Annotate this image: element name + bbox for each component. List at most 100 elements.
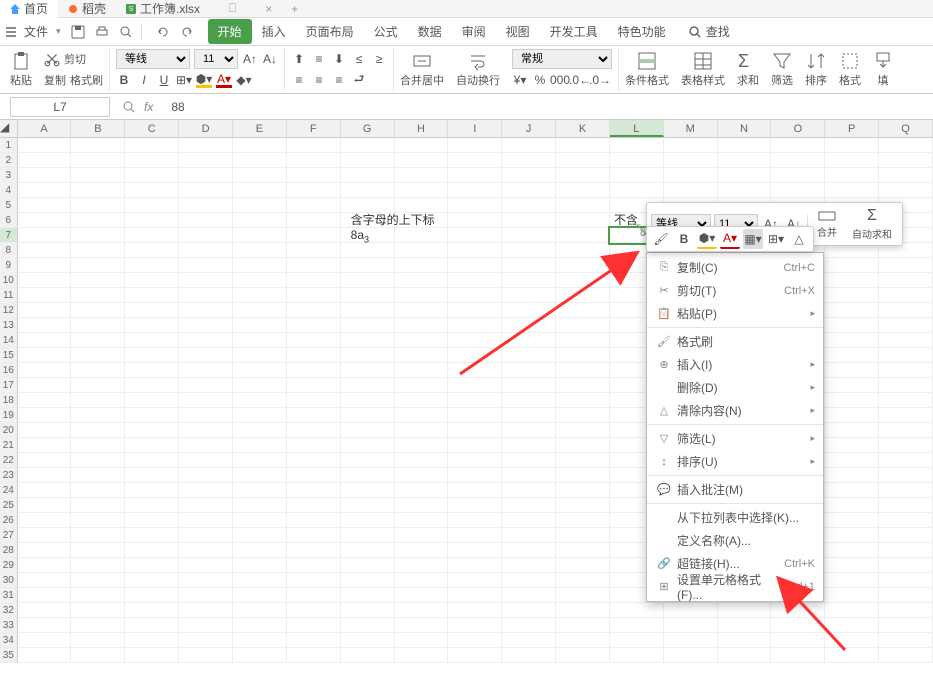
cell[interactable] <box>125 378 179 393</box>
cell[interactable] <box>448 408 502 423</box>
cell[interactable] <box>556 483 610 498</box>
col-header-K[interactable]: K <box>556 120 610 137</box>
col-header-I[interactable]: I <box>448 120 502 137</box>
cell[interactable] <box>448 198 502 213</box>
cell[interactable] <box>879 498 933 513</box>
cell[interactable] <box>18 543 72 558</box>
cell[interactable] <box>718 168 772 183</box>
cell[interactable] <box>448 168 502 183</box>
cell[interactable] <box>879 168 933 183</box>
cell[interactable] <box>879 468 933 483</box>
cell[interactable] <box>18 273 72 288</box>
mini-autosum-button[interactable]: Σ 自动求和 <box>846 207 898 241</box>
cell[interactable] <box>448 183 502 198</box>
cell[interactable] <box>664 183 718 198</box>
cell[interactable] <box>395 303 449 318</box>
cell[interactable] <box>395 408 449 423</box>
formula-input[interactable]: 88 <box>165 98 933 116</box>
row-header-14[interactable]: 14 <box>0 333 18 348</box>
cell[interactable] <box>287 423 341 438</box>
cell[interactable] <box>233 558 287 573</box>
cell[interactable] <box>179 573 233 588</box>
row-header-1[interactable]: 1 <box>0 138 18 153</box>
format-painter-label[interactable]: 格式刷 <box>70 72 103 88</box>
cell[interactable] <box>71 378 125 393</box>
cell[interactable] <box>18 228 72 243</box>
cell[interactable] <box>448 138 502 153</box>
cell[interactable] <box>448 393 502 408</box>
cell[interactable] <box>341 468 395 483</box>
tab-close[interactable]: × <box>265 2 272 16</box>
cell[interactable] <box>233 318 287 333</box>
cell[interactable] <box>556 633 610 648</box>
cell[interactable] <box>179 153 233 168</box>
cell[interactable] <box>825 363 879 378</box>
cell[interactable] <box>502 393 556 408</box>
cell[interactable] <box>556 318 610 333</box>
cell[interactable] <box>71 228 125 243</box>
cell[interactable] <box>879 483 933 498</box>
cell[interactable] <box>341 138 395 153</box>
cell[interactable] <box>825 273 879 288</box>
search-label[interactable]: 查找 <box>706 23 730 40</box>
cell[interactable] <box>287 573 341 588</box>
ribbon-tab-insert[interactable]: 插入 <box>252 19 296 44</box>
cell[interactable] <box>125 363 179 378</box>
row-header-20[interactable]: 20 <box>0 423 18 438</box>
cell[interactable] <box>664 603 718 618</box>
cell[interactable] <box>125 573 179 588</box>
save-icon[interactable] <box>71 25 85 39</box>
cell[interactable] <box>287 213 341 228</box>
cell[interactable] <box>18 363 72 378</box>
cell[interactable] <box>18 168 72 183</box>
cell[interactable] <box>825 258 879 273</box>
cell[interactable] <box>502 498 556 513</box>
cell[interactable] <box>179 138 233 153</box>
cell[interactable] <box>825 453 879 468</box>
ribbon-tab-special[interactable]: 特色功能 <box>608 19 676 44</box>
cell[interactable] <box>179 228 233 243</box>
row-header-11[interactable]: 11 <box>0 288 18 303</box>
cell[interactable] <box>18 573 72 588</box>
cell[interactable] <box>556 303 610 318</box>
row-header-15[interactable]: 15 <box>0 348 18 363</box>
cell[interactable] <box>395 348 449 363</box>
cell[interactable] <box>502 618 556 633</box>
cell[interactable] <box>341 303 395 318</box>
cell[interactable] <box>233 213 287 228</box>
cell[interactable] <box>825 648 879 663</box>
ribbon-tab-formula[interactable]: 公式 <box>364 19 408 44</box>
cell[interactable] <box>448 588 502 603</box>
cell[interactable] <box>125 288 179 303</box>
cell[interactable] <box>556 153 610 168</box>
cell[interactable] <box>448 288 502 303</box>
cell[interactable] <box>825 438 879 453</box>
align-center-icon[interactable]: ≡ <box>311 72 327 88</box>
cell[interactable] <box>71 288 125 303</box>
cell[interactable] <box>879 363 933 378</box>
cell[interactable] <box>556 258 610 273</box>
redo-icon[interactable] <box>180 25 194 39</box>
row-header-7[interactable]: 7 <box>0 228 18 243</box>
cell[interactable] <box>71 423 125 438</box>
cell[interactable] <box>448 318 502 333</box>
print-icon[interactable] <box>95 25 109 39</box>
cell[interactable] <box>556 348 610 363</box>
cell[interactable] <box>341 258 395 273</box>
context-menu-item[interactable]: ⎘复制(C)Ctrl+C <box>647 256 823 279</box>
select-all-corner[interactable]: ◢ <box>0 120 18 137</box>
cell[interactable] <box>125 213 179 228</box>
cell[interactable] <box>718 603 772 618</box>
align-bottom-icon[interactable]: ⬇ <box>331 51 347 67</box>
cell[interactable] <box>448 483 502 498</box>
cell[interactable] <box>448 558 502 573</box>
ribbon-tab-start[interactable]: 开始 <box>208 19 252 44</box>
col-header-D[interactable]: D <box>179 120 233 137</box>
cell[interactable] <box>179 348 233 363</box>
indent-inc-icon[interactable]: ≥ <box>371 51 387 67</box>
cell[interactable] <box>179 513 233 528</box>
cell[interactable] <box>341 648 395 663</box>
cell[interactable] <box>287 378 341 393</box>
cell[interactable] <box>287 228 341 243</box>
cell[interactable] <box>287 153 341 168</box>
